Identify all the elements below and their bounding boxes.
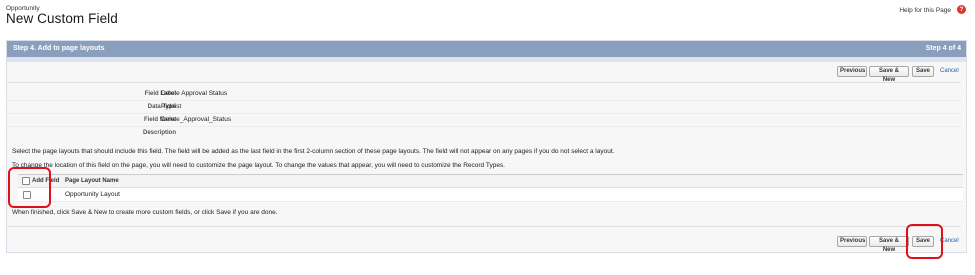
step-panel: Step 4. Add to page layouts Step 4 of 4 — [6, 40, 967, 253]
annotation-highlight-save — [906, 224, 943, 259]
toolbar-divider — [6, 82, 961, 83]
instruction-text-secondary: To change the location of this field on … — [12, 162, 505, 169]
help-link[interactable]: Help for this Page — [899, 7, 951, 14]
save-and-new-button-bottom[interactable]: Save & New — [869, 236, 909, 253]
detail-divider — [6, 126, 961, 127]
cancel-link[interactable]: Cancel — [940, 68, 959, 74]
detail-label-data-type: Data Type — [147, 104, 176, 110]
previous-button[interactable]: Previous — [837, 66, 867, 77]
help-icon[interactable]: ? — [957, 5, 966, 14]
instruction-text: Select the page layouts that should incl… — [12, 148, 615, 155]
step-title: Step 4. Add to page layouts — [13, 45, 105, 52]
detail-label-field-label: Field Label — [144, 91, 176, 97]
page-layout-table: Add Field Page Layout Name Opportunity L… — [18, 174, 963, 202]
page-layout-name: Opportunity Layout — [65, 191, 120, 198]
detail-value-field-name: Delete_Approval_Status — [161, 116, 232, 123]
annotation-highlight-checkboxes — [8, 167, 51, 208]
detail-value-data-type: Picklist — [161, 103, 182, 110]
save-and-new-button[interactable]: Save & New — [869, 66, 909, 83]
panel-header: Step 4. Add to page layouts Step 4 of 4 — [7, 41, 966, 57]
detail-label-description: Description — [142, 130, 176, 136]
panel-subheader — [7, 57, 966, 62]
step-count: Step 4 of 4 — [925, 45, 961, 52]
detail-divider — [6, 113, 961, 114]
bottom-toolbar-divider — [6, 226, 961, 227]
save-button[interactable]: Save — [912, 66, 934, 77]
table-header-row: Add Field Page Layout Name — [18, 175, 963, 188]
finish-instruction-text: When finished, click Save & New to creat… — [12, 209, 278, 216]
detail-label-field-name: Field Name — [143, 117, 176, 123]
previous-button-bottom[interactable]: Previous — [837, 236, 867, 247]
detail-value-field-label: Delete Approval Status — [161, 90, 228, 97]
page-title: New Custom Field — [6, 11, 118, 26]
table-row: Opportunity Layout — [18, 188, 963, 202]
detail-divider — [6, 100, 961, 101]
column-header-page-layout-name: Page Layout Name — [65, 178, 119, 184]
